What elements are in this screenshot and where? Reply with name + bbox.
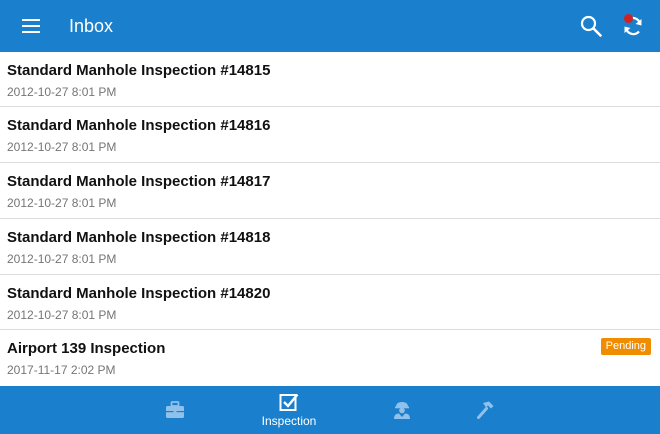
item-title: Standard Manhole Inspection #14816 xyxy=(7,117,271,134)
nav-item-worker[interactable] xyxy=(388,386,416,434)
bottom-nav: Inspection xyxy=(0,386,660,434)
hammer-icon xyxy=(477,401,494,419)
app-bar: Inbox xyxy=(0,0,660,52)
nav-label-inspection: Inspection xyxy=(261,414,317,428)
search-icon xyxy=(580,15,602,37)
menu-icon xyxy=(22,19,40,33)
sync-button[interactable] xyxy=(618,11,648,41)
menu-button[interactable] xyxy=(18,13,44,39)
list-item[interactable]: Standard Manhole Inspection #14815 2012-… xyxy=(0,52,660,107)
item-date: 2012-10-27 8:01 PM xyxy=(7,140,117,154)
status-badge: Pending xyxy=(600,338,651,355)
item-title: Standard Manhole Inspection #14818 xyxy=(7,229,271,246)
page-title: Inbox xyxy=(69,16,114,36)
item-date: 2017-11-17 2:02 PM xyxy=(7,363,116,377)
checkbox-icon xyxy=(279,393,299,411)
inbox-list: Standard Manhole Inspection #14815 2012-… xyxy=(0,52,660,386)
worker-icon xyxy=(394,402,410,419)
item-date: 2012-10-27 8:01 PM xyxy=(7,196,117,210)
search-button[interactable] xyxy=(577,12,605,40)
nav-item-briefcase[interactable] xyxy=(158,386,192,434)
item-date: 2012-10-27 8:01 PM xyxy=(7,308,117,322)
list-item[interactable]: Standard Manhole Inspection #14818 2012-… xyxy=(0,219,660,275)
sync-indicator-dot xyxy=(624,14,633,23)
list-item[interactable]: Standard Manhole Inspection #14816 2012-… xyxy=(0,107,660,163)
item-date: 2012-10-27 8:01 PM xyxy=(7,252,117,266)
briefcase-icon xyxy=(166,401,184,418)
item-title: Airport 139 Inspection xyxy=(7,340,166,357)
item-date: 2012-10-27 8:01 PM xyxy=(7,85,117,99)
nav-item-inspection[interactable]: Inspection xyxy=(256,386,322,434)
item-title: Standard Manhole Inspection #14815 xyxy=(7,62,271,79)
nav-item-hammer[interactable] xyxy=(472,386,500,434)
list-item[interactable]: Airport 139 Inspection 2017-11-17 2:02 P… xyxy=(0,330,660,385)
list-item[interactable]: Standard Manhole Inspection #14817 2012-… xyxy=(0,163,660,219)
item-title: Standard Manhole Inspection #14817 xyxy=(7,173,271,190)
item-title: Standard Manhole Inspection #14820 xyxy=(7,285,271,302)
list-item[interactable]: Standard Manhole Inspection #14820 2012-… xyxy=(0,275,660,330)
